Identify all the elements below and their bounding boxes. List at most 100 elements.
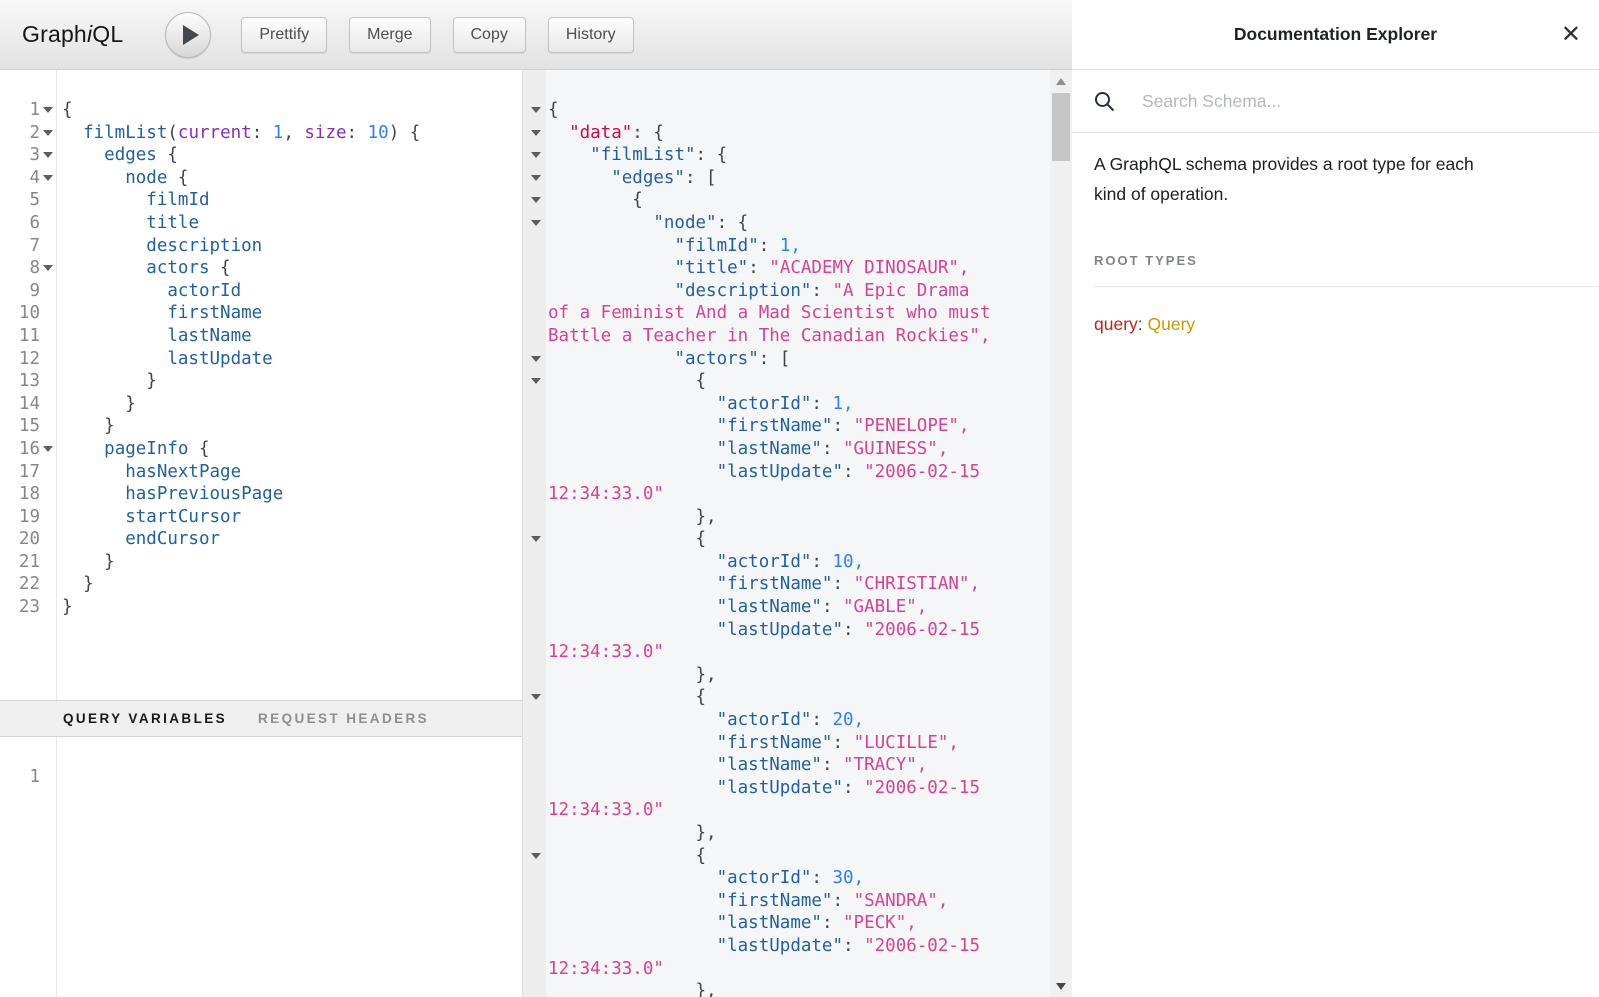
code-text: 12:34:33.0": [548, 483, 664, 506]
execute-query-button[interactable]: [165, 12, 211, 58]
fold-gutter-cell: [40, 596, 56, 619]
fold-toggle-icon[interactable]: [43, 446, 53, 452]
code-line: Battle a Teacher in The Canadian Rockies…: [523, 325, 1072, 348]
scroll-up-icon: [1056, 78, 1066, 85]
fold-gutter-cell: [523, 189, 548, 212]
code-text: {: [548, 528, 706, 551]
toolbar-button-merge[interactable]: Merge: [349, 17, 430, 53]
code-line: 8 actors {: [0, 257, 522, 280]
fold-toggle-icon[interactable]: [43, 265, 53, 271]
close-icon[interactable]: ✕: [1561, 23, 1581, 47]
fold-gutter-cell: [523, 641, 548, 664]
line-number: 12: [0, 348, 40, 371]
code-line: "lastUpdate": "2006-02-15: [523, 777, 1072, 800]
scrollbar-thumb[interactable]: [1052, 93, 1070, 161]
code-line: "actorId": 10,: [523, 551, 1072, 574]
fold-gutter-cell: [523, 212, 548, 235]
code-line: "title": "ACADEMY DINOSAUR",: [523, 257, 1072, 280]
fold-gutter-cell: [40, 438, 56, 461]
fold-toggle-icon[interactable]: [531, 107, 541, 113]
doc-search-bar: [1072, 70, 1599, 133]
fold-gutter-cell: [523, 935, 548, 958]
code-text: }: [56, 596, 73, 619]
code-text: 12:34:33.0": [548, 958, 664, 981]
code-text: 12:34:33.0": [548, 799, 664, 822]
scroll-down-button[interactable]: [1050, 975, 1072, 997]
fold-gutter-cell: [523, 483, 548, 506]
code-line: 18 hasPreviousPage: [0, 483, 522, 506]
code-line: 2 filmList(current: 1, size: 10) {: [0, 122, 522, 145]
line-number: 11: [0, 325, 40, 348]
fold-toggle-icon[interactable]: [43, 152, 53, 158]
fold-toggle-icon[interactable]: [531, 536, 541, 542]
code-line: "firstName": "LUCILLE",: [523, 732, 1072, 755]
code-line: {: [523, 189, 1072, 212]
code-text: }: [56, 573, 94, 596]
fold-gutter-cell: [40, 189, 56, 212]
fold-toggle-icon[interactable]: [531, 356, 541, 362]
fold-toggle-icon[interactable]: [531, 130, 541, 136]
fold-gutter-cell: [40, 257, 56, 280]
fold-gutter-cell: [40, 235, 56, 258]
response-scrollbar[interactable]: [1050, 70, 1072, 997]
line-number: 21: [0, 551, 40, 574]
tab-query-variables[interactable]: QUERY VARIABLES: [63, 711, 227, 726]
fold-toggle-icon[interactable]: [531, 152, 541, 158]
fold-gutter-cell: [523, 799, 548, 822]
toolbar-button-copy[interactable]: Copy: [453, 17, 526, 53]
fold-gutter-cell: [40, 528, 56, 551]
fold-gutter-cell: [523, 438, 548, 461]
variables-editor[interactable]: 1: [0, 737, 522, 997]
code-line: 12:34:33.0": [523, 483, 1072, 506]
code-line: 22 }: [0, 573, 522, 596]
code-text: },: [548, 664, 717, 687]
fold-gutter-cell: [523, 958, 548, 981]
fold-toggle-icon[interactable]: [531, 694, 541, 700]
fold-toggle-icon[interactable]: [531, 175, 541, 181]
toolbar-button-history[interactable]: History: [548, 17, 634, 53]
code-line: "description": "A Epic Drama: [523, 280, 1072, 303]
code-line: 13 }: [0, 370, 522, 393]
fold-toggle-icon[interactable]: [43, 107, 53, 113]
code-line: 20 endCursor: [0, 528, 522, 551]
code-text: lastUpdate: [56, 348, 273, 371]
fold-toggle-icon[interactable]: [531, 853, 541, 859]
fold-gutter-cell: [40, 393, 56, 416]
code-text: {: [548, 370, 706, 393]
fold-gutter-cell: [523, 461, 548, 484]
line-number: 4: [0, 167, 40, 190]
scroll-up-button[interactable]: [1050, 70, 1072, 92]
fold-toggle-icon[interactable]: [43, 130, 53, 136]
fold-toggle-icon[interactable]: [531, 378, 541, 384]
code-text: "lastUpdate": "2006-02-15: [548, 777, 980, 800]
query-editor[interactable]: 1{2 filmList(current: 1, size: 10) {3 ed…: [0, 70, 522, 700]
code-line: "actorId": 1,: [523, 393, 1072, 416]
code-text: hasPreviousPage: [56, 483, 283, 506]
code-text: node {: [56, 167, 188, 190]
root-type-link[interactable]: Query: [1148, 314, 1196, 334]
fold-gutter-cell: [40, 506, 56, 529]
fold-toggle-icon[interactable]: [43, 175, 53, 181]
fold-gutter-cell: [523, 686, 548, 709]
toolbar-button-prettify[interactable]: Prettify: [241, 17, 327, 53]
code-text: endCursor: [56, 528, 220, 551]
line-number: 22: [0, 573, 40, 596]
search-schema-input[interactable]: [1142, 91, 1577, 112]
fold-toggle-icon[interactable]: [531, 197, 541, 203]
fold-gutter-cell: [523, 348, 548, 371]
code-text: },: [548, 506, 717, 529]
code-text: "lastUpdate": "2006-02-15: [548, 461, 980, 484]
graphiql-app: GraphiQL PrettifyMergeCopyHistory 1{2 fi…: [0, 0, 1599, 997]
line-number: 16: [0, 438, 40, 461]
tab-request-headers[interactable]: REQUEST HEADERS: [258, 711, 429, 726]
code-text: {: [548, 189, 643, 212]
code-line: "filmList": {: [523, 144, 1072, 167]
scroll-down-icon: [1056, 983, 1066, 990]
fold-toggle-icon[interactable]: [531, 220, 541, 226]
fold-gutter-cell: [40, 551, 56, 574]
code-line: "filmId": 1,: [523, 235, 1072, 258]
line-number: 8: [0, 257, 40, 280]
code-line: 23}: [0, 596, 522, 619]
fold-gutter-cell: [523, 99, 548, 122]
fold-gutter-cell: [40, 280, 56, 303]
